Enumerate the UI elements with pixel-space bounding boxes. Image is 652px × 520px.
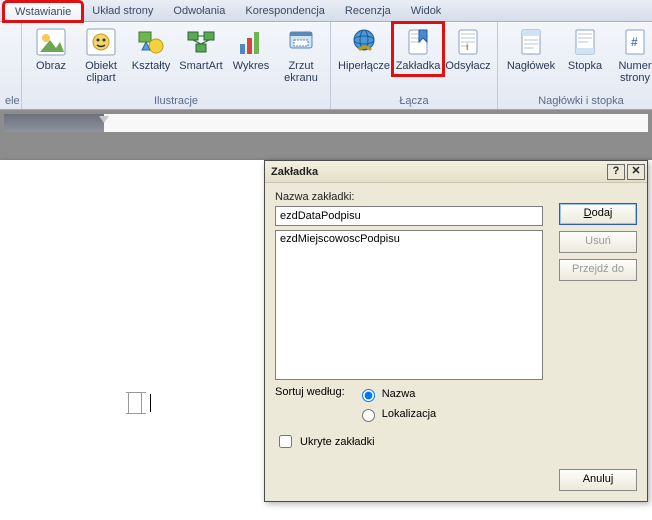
radio-sort-location[interactable]: Lokalizacja <box>357 406 436 422</box>
group-ilustracje: Obraz Obiekt clipart Kształty SmartArt <box>22 22 331 109</box>
tab-uklad-strony[interactable]: Układ strony <box>82 2 163 20</box>
bookmark-listbox[interactable]: ezdMiejscowoscPodpisu <box>275 230 543 380</box>
page-number-icon: # <box>619 26 651 58</box>
screenshot-icon <box>285 26 317 58</box>
dialog-zakladka: Zakładka ? ✕ Nazwa zakładki: ezdMiejscow… <box>264 160 648 502</box>
btn-ksztalty[interactable]: Kształty <box>127 24 175 74</box>
group-label-lacza: Łącza <box>336 95 492 108</box>
picture-icon <box>35 26 67 58</box>
dialog-title-text: Zakładka <box>271 166 318 178</box>
btn-numer-strony[interactable]: # Numer strony <box>611 24 652 86</box>
dialog-help-button[interactable]: ? <box>607 164 625 180</box>
bookmark-list-item[interactable]: ezdMiejscowoscPodpisu <box>280 233 538 245</box>
btn-smartart[interactable]: SmartArt <box>177 24 225 74</box>
header-icon <box>515 26 547 58</box>
text-cursor-area <box>128 392 151 414</box>
btn-delete: Usuń <box>559 231 637 253</box>
chart-icon <box>235 26 267 58</box>
tab-korespondencja[interactable]: Korespondencja <box>235 2 335 20</box>
btn-goto: Przejdź do <box>559 259 637 281</box>
caret <box>150 394 151 412</box>
svg-text:#: # <box>631 35 638 49</box>
bookmark-name-label: Nazwa zakładki: <box>275 191 637 203</box>
clipart-icon <box>85 26 117 58</box>
btn-obraz[interactable]: Obraz <box>27 24 75 74</box>
btn-wykres[interactable]: Wykres <box>227 24 275 74</box>
ruler-ticks <box>104 114 648 132</box>
checkbox-hidden-label: Ukryte zakładki <box>300 436 375 448</box>
ibeam-cursor-icon <box>128 392 142 414</box>
ribbon-tabs: Wstawianie Układ strony Odwołania Koresp… <box>0 0 652 22</box>
crossref-icon: i <box>452 26 484 58</box>
smartart-icon <box>185 26 217 58</box>
ribbon: ele Obraz Obiekt clipart Kształty <box>0 22 652 110</box>
dialog-close-button[interactable]: ✕ <box>627 164 645 180</box>
btn-add[interactable]: Dodaj <box>559 203 637 225</box>
group-label-nagstop: Nagłówki i stopka <box>503 95 652 108</box>
radio-sort-location-input[interactable] <box>362 409 375 422</box>
tab-odwolania[interactable]: Odwołania <box>163 2 235 20</box>
tab-wstawianie[interactable]: Wstawianie <box>4 2 82 21</box>
bookmark-name-input[interactable] <box>275 206 543 226</box>
group-label-ilustracje: Ilustracje <box>27 95 325 108</box>
btn-obiekt-clipart[interactable]: Obiekt clipart <box>77 24 125 86</box>
ruler-indent-marker[interactable] <box>99 116 109 123</box>
btn-hiperlacze[interactable]: Hiperłącze <box>336 24 392 74</box>
group-label-tabele: ele <box>5 95 16 108</box>
btn-stopka[interactable]: Stopka <box>561 24 609 74</box>
svg-text:i: i <box>466 42 469 52</box>
ruler-margin-left <box>4 114 104 132</box>
footer-icon <box>569 26 601 58</box>
group-lacza: Hiperłącze Zakładka i Odsyłacz Łącza <box>331 22 498 109</box>
tab-recenzja[interactable]: Recenzja <box>335 2 401 20</box>
group-naglowki-stopka: Nagłówek Stopka # Numer strony Nagłówki … <box>498 22 652 109</box>
radio-sort-name-input[interactable] <box>362 389 375 402</box>
tab-widok[interactable]: Widok <box>401 2 452 20</box>
shapes-icon <box>135 26 167 58</box>
btn-naglowek[interactable]: Nagłówek <box>503 24 559 74</box>
bookmark-icon <box>402 26 434 58</box>
checkbox-hidden-bookmarks[interactable] <box>279 435 292 448</box>
btn-zakladka[interactable]: Zakładka <box>394 24 442 74</box>
ruler[interactable] <box>4 114 648 132</box>
radio-sort-name[interactable]: Nazwa <box>357 386 436 402</box>
sort-label: Sortuj według: <box>275 386 345 398</box>
btn-cancel[interactable]: Anuluj <box>559 469 637 491</box>
hyperlink-icon <box>348 26 380 58</box>
dialog-titlebar[interactable]: Zakładka ? ✕ <box>265 161 647 183</box>
btn-odsylacz[interactable]: i Odsyłacz <box>444 24 492 74</box>
btn-zrzut-ekranu[interactable]: Zrzut ekranu <box>277 24 325 86</box>
group-tabele-edge: ele <box>0 22 22 109</box>
